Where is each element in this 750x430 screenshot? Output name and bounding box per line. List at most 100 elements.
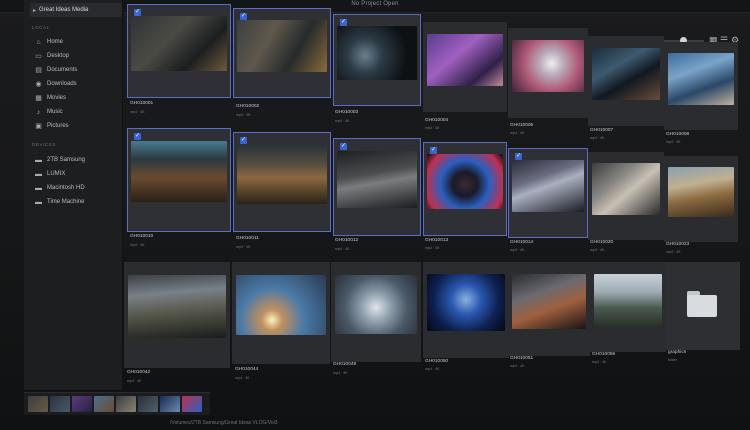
sidebar-item-time-machine[interactable]: ▬ Time Machine xyxy=(34,196,84,208)
clip-name: GH010042 xyxy=(127,370,151,375)
clip-tile[interactable]: ✓ xyxy=(508,148,588,238)
checkbox-icon[interactable]: ✓ xyxy=(134,133,141,140)
clip-name: GH010023 xyxy=(666,242,690,247)
sidebar-item-desktop[interactable]: ▭ Desktop xyxy=(34,50,69,62)
sidebar-item-home[interactable]: ⌂ Home xyxy=(34,36,63,48)
sidebar-item-label: Desktop xyxy=(47,53,70,59)
home-icon: ⌂ xyxy=(36,38,41,46)
clip-meta: mp4 · 4K xyxy=(335,119,350,123)
thumbnail xyxy=(668,53,734,105)
sidebar-item-label: Documents xyxy=(47,67,78,73)
sidebar-item-downloads[interactable]: ◉ Downloads xyxy=(34,78,77,90)
clip-tile[interactable]: ✓ xyxy=(233,8,331,98)
filmstrip-frame[interactable] xyxy=(138,396,158,412)
sidebar-item-lumix[interactable]: ▬ LUMIX xyxy=(34,168,65,180)
filmstrip-frame[interactable] xyxy=(116,396,136,412)
filmstrip-frame[interactable] xyxy=(94,396,114,412)
sidebar-item-music[interactable]: ♪ Music xyxy=(34,106,63,118)
thumbnail xyxy=(236,275,326,335)
pictures-icon: ▣ xyxy=(35,123,42,130)
clip-tile[interactable]: ✓ xyxy=(233,132,331,232)
filmstrip-frame[interactable] xyxy=(28,396,48,412)
checkbox-icon[interactable]: ✓ xyxy=(340,19,347,26)
clip-tile[interactable] xyxy=(590,262,666,352)
sidebar-item-pictures[interactable]: ▣ Pictures xyxy=(34,120,69,132)
checkbox-icon[interactable]: ✓ xyxy=(240,137,247,144)
sidebar-header[interactable]: ▸ Great Ideas Media xyxy=(30,3,122,17)
filmstrip-frame[interactable] xyxy=(50,396,70,412)
clip-tile[interactable] xyxy=(588,36,664,126)
thumbnail xyxy=(427,274,505,331)
clip-tile[interactable] xyxy=(423,22,507,112)
thumbnail xyxy=(337,150,417,209)
clip-tile[interactable]: ✓ xyxy=(127,128,231,232)
checkbox-icon[interactable]: ✓ xyxy=(240,13,247,20)
folder-tile[interactable] xyxy=(666,262,740,350)
clip-meta: mp4 · 4K xyxy=(510,248,525,252)
sidebar-item-label: Downloads xyxy=(47,81,77,87)
clip-tile[interactable] xyxy=(232,262,330,364)
thumbnail xyxy=(131,141,227,203)
folder-name: graphics xyxy=(668,350,687,355)
documents-icon: ▤ xyxy=(35,67,42,74)
music-icon: ♪ xyxy=(36,108,41,116)
sidebar-section-devices: DEVICES xyxy=(32,142,56,147)
thumbnail xyxy=(512,159,584,213)
filmstrip[interactable] xyxy=(24,392,210,415)
clip-tile[interactable] xyxy=(664,42,738,130)
clip-tile[interactable] xyxy=(508,262,590,356)
sidebar-item-macintosh-hd[interactable]: ▬ Macintosh HD xyxy=(34,182,85,194)
sidebar-item-label: Home xyxy=(47,39,64,45)
clip-name: GH010010 xyxy=(130,234,154,239)
sidebar-item-documents[interactable]: ▤ Documents xyxy=(34,64,77,76)
folder-meta: folder xyxy=(668,358,677,362)
clip-name: GH010051 xyxy=(510,356,534,361)
checkbox-icon[interactable]: ✓ xyxy=(134,9,141,16)
clip-tile[interactable] xyxy=(508,28,588,118)
clip-tile[interactable] xyxy=(124,262,230,368)
clip-name: GH010049 xyxy=(333,362,357,367)
clip-meta: mp4 · 4K xyxy=(425,126,440,130)
sidebar: ▸ Great Ideas Media LOCAL ⌂ Home ▭ Desktop… xyxy=(24,0,123,390)
clip-meta: mp4 · 4K xyxy=(333,371,348,375)
clip-meta: mp4 · 4K xyxy=(592,360,607,364)
clip-tile[interactable] xyxy=(331,262,421,362)
clip-tile[interactable]: ✓ xyxy=(127,4,231,98)
clip-meta: mp4 · 4K xyxy=(510,131,525,135)
clip-name: GH010011 xyxy=(236,236,259,241)
thumbnail xyxy=(131,16,227,72)
clip-name: GH010002 xyxy=(236,104,260,109)
filmstrip-frame[interactable] xyxy=(160,396,180,412)
clip-name: GH010007 xyxy=(590,128,614,133)
clip-meta: mp4 · 4K xyxy=(425,367,440,371)
thumbnail xyxy=(512,39,584,93)
sidebar-item-label: Pictures xyxy=(47,123,69,129)
clip-name: GH010014 xyxy=(510,240,534,245)
thumbnail xyxy=(337,25,417,80)
clip-tile[interactable]: ✓ xyxy=(423,142,507,236)
clip-name: GH010004 xyxy=(425,118,449,123)
sidebar-item-label: Movies xyxy=(47,95,67,101)
checkbox-icon[interactable]: ✓ xyxy=(340,143,347,150)
sidebar-section-local: LOCAL xyxy=(32,25,50,30)
desktop-icon: ▭ xyxy=(35,53,42,60)
sidebar-item-movies[interactable]: ▦ Movies xyxy=(34,92,66,104)
sidebar-item-2tb-samsung[interactable]: ▬ 2TB Samsung xyxy=(34,154,85,166)
clip-tile[interactable] xyxy=(423,262,509,358)
filmstrip-frame[interactable] xyxy=(72,396,92,412)
clip-tile[interactable]: ✓ xyxy=(333,14,421,106)
sidebar-item-label: 2TB Samsung xyxy=(47,157,86,163)
checkbox-icon[interactable]: ✓ xyxy=(515,153,522,160)
clip-name: GH010013 xyxy=(425,238,449,243)
clip-meta: mp4 · 4K xyxy=(235,376,250,380)
clip-tile[interactable]: ✓ xyxy=(333,138,421,236)
clip-meta: mp4 · 4K xyxy=(236,113,251,117)
clip-meta: mp4 · 4K xyxy=(666,140,681,144)
thumbnail xyxy=(668,167,734,218)
clip-tile[interactable] xyxy=(664,156,738,242)
filmstrip-frame[interactable] xyxy=(182,396,202,412)
thumbnail xyxy=(335,274,417,334)
checkbox-icon[interactable]: ✓ xyxy=(430,147,437,154)
clip-tile[interactable] xyxy=(588,152,664,240)
thumbnail xyxy=(237,19,327,73)
